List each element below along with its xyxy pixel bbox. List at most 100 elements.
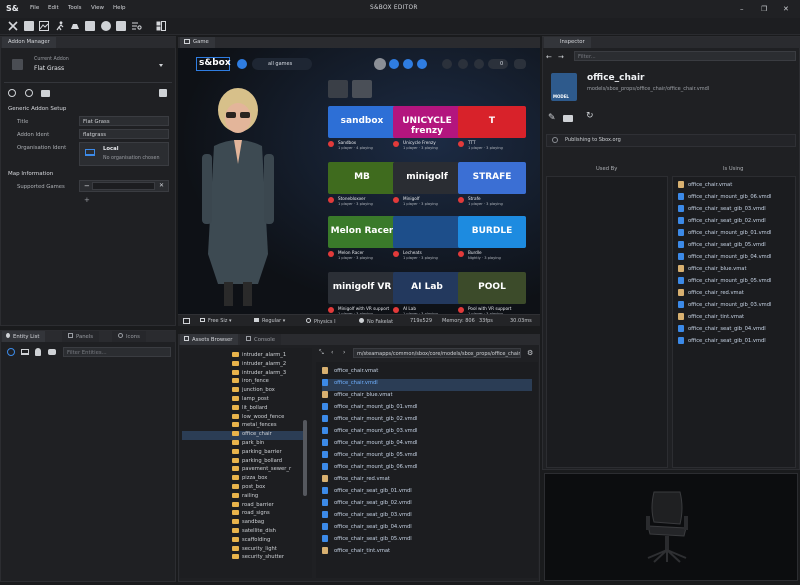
chevron-down-icon[interactable] — [159, 64, 163, 67]
globe-icon[interactable] — [25, 89, 33, 97]
save-icon[interactable] — [159, 89, 167, 97]
is-using-item[interactable]: office_chair_blue.vmat — [678, 265, 798, 277]
addon-ident-field[interactable]: flatgrass — [79, 129, 169, 139]
tree-folder[interactable]: junction_box — [232, 387, 304, 396]
is-using-item[interactable]: office_chair.vmat — [678, 181, 798, 193]
tab-entity-list[interactable]: Entity List — [2, 331, 46, 342]
terrain-icon[interactable] — [39, 21, 49, 31]
tools-icon[interactable] — [8, 21, 18, 31]
game-tile[interactable] — [393, 216, 461, 248]
tree-folder[interactable]: lamp_post — [232, 396, 304, 405]
list-search-icon[interactable] — [132, 21, 142, 31]
tree-folder[interactable]: intruder_alarm_1 — [232, 352, 304, 361]
add-icon[interactable]: + — [84, 196, 90, 204]
tree-folder[interactable]: park_bin — [232, 440, 304, 449]
edit-icon[interactable]: ✎ — [548, 113, 556, 123]
tree-folder[interactable]: road_signs — [232, 510, 304, 519]
home-button[interactable] — [237, 59, 247, 69]
game-tile[interactable]: sandbox — [328, 106, 396, 138]
is-using-item[interactable]: office_chair_mount_gib_01.vmdl — [678, 229, 798, 241]
game-tile[interactable]: minigolf VR — [328, 272, 396, 304]
file-item[interactable]: office_chair_seat_gib_03.vmdl — [322, 511, 532, 523]
tree-folder[interactable]: iron_fence — [232, 378, 304, 387]
open-folder-icon[interactable] — [563, 115, 573, 122]
users-badge[interactable] — [488, 59, 508, 69]
title-field[interactable]: Flat Grass — [79, 116, 169, 126]
is-using-item[interactable]: office_chair_seat_gib_04.vmdl — [678, 325, 798, 337]
player-avatar[interactable] — [374, 58, 386, 70]
tab-console[interactable]: Console — [240, 334, 282, 345]
file-item[interactable]: office_chair_mount_gib_04.vmdl — [322, 439, 532, 451]
is-using-item[interactable]: office_chair_tint.vmat — [678, 313, 798, 325]
tab-panels[interactable]: Panels — [62, 331, 100, 342]
filter-no-icon[interactable] — [7, 348, 15, 356]
game-tile[interactable]: STRAFE — [458, 162, 526, 194]
is-using-item[interactable]: office_chair_mount_gib_06.vmdl — [678, 193, 798, 205]
maximize-button[interactable]: ❐ — [761, 5, 767, 13]
asset-settings-icon[interactable]: ⚙ — [527, 349, 533, 357]
is-using-item[interactable]: office_chair_seat_gib_01.vmdl — [678, 337, 798, 349]
current-addon-value[interactable]: Flat Grass — [34, 65, 64, 72]
controller-icon[interactable] — [514, 59, 526, 69]
file-item[interactable]: office_chair_tint.vmat — [322, 547, 532, 559]
tab-addon-manager[interactable]: Addon Manager — [2, 37, 56, 48]
tree-folder[interactable]: lit_bollard — [232, 404, 304, 414]
party-icon[interactable] — [403, 59, 413, 69]
no-icon[interactable] — [8, 89, 16, 97]
file-item[interactable]: office_chair_blue.vmat — [322, 391, 532, 403]
menu-file[interactable]: File — [30, 5, 39, 11]
filter-user-icon[interactable] — [35, 348, 41, 356]
image-icon[interactable] — [24, 21, 34, 31]
file-item[interactable]: office_chair.vmat — [322, 367, 532, 379]
file-item[interactable]: office_chair_seat_gib_02.vmdl — [322, 499, 532, 511]
render-mode-dropdown[interactable]: Regular ▾ — [254, 318, 285, 324]
file-item[interactable]: office_chair_mount_gib_01.vmdl — [322, 403, 532, 415]
tree-folder[interactable]: security_light — [232, 545, 304, 555]
settings-icon[interactable] — [442, 59, 452, 69]
close-button[interactable]: ✕ — [783, 5, 789, 13]
mini-tile-2[interactable] — [352, 80, 372, 98]
hammer-icon[interactable] — [85, 21, 95, 31]
file-item[interactable]: office_chair.vmdl — [322, 379, 532, 391]
tree-folder[interactable]: pavement_sewer_r — [232, 466, 304, 475]
tree-folder[interactable]: scaffolding — [232, 536, 304, 546]
back-icon[interactable]: ← — [546, 53, 552, 61]
file-item[interactable]: office_chair_seat_gib_04.vmdl — [322, 523, 532, 535]
gear-icon[interactable] — [458, 59, 468, 69]
is-using-item[interactable]: office_chair_mount_gib_03.vmdl — [678, 301, 798, 313]
clapper-icon[interactable] — [116, 21, 126, 31]
file-item[interactable]: office_chair_mount_gib_03.vmdl — [322, 427, 532, 439]
tree-folder[interactable]: parking_bollard — [232, 457, 304, 467]
nav-back-icon[interactable]: ‹ — [331, 349, 333, 356]
remove-icon[interactable]: ✕ — [159, 182, 164, 189]
tree-folder[interactable]: railing — [232, 492, 304, 502]
expand-icon[interactable]: ⤡ — [319, 349, 324, 357]
tree-folder[interactable]: satellite_dish — [232, 528, 304, 537]
filter-mask-icon[interactable] — [48, 349, 56, 355]
file-item[interactable]: office_chair_seat_gib_01.vmdl — [322, 487, 532, 499]
tree-folder[interactable]: road_barrier — [232, 501, 304, 511]
is-using-item[interactable]: office_chair_red.vmat — [678, 289, 798, 301]
tab-game[interactable]: Game — [180, 37, 215, 48]
nav-forward-icon[interactable]: › — [343, 349, 345, 356]
tree-folder[interactable]: intruder_alarm_3 — [232, 369, 304, 379]
file-item[interactable]: office_chair_mount_gib_05.vmdl — [322, 451, 532, 463]
menu-tools[interactable]: Tools — [68, 5, 82, 11]
is-using-item[interactable]: office_chair_mount_gib_04.vmdl — [678, 253, 798, 265]
tree-folder[interactable]: parking_barrier — [232, 448, 304, 458]
tree-folder[interactable]: metal_fences — [232, 422, 304, 431]
is-using-item[interactable]: office_chair_mount_gib_05.vmdl — [678, 277, 798, 289]
asset-path-field[interactable]: m/steamapps/common/sbox/core/models/sbox… — [353, 348, 521, 358]
radio-icon[interactable] — [552, 137, 558, 143]
file-item[interactable]: office_chair_red.vmat — [322, 475, 532, 487]
size-dropdown[interactable]: Free Siz ▾ — [200, 318, 232, 324]
file-item[interactable]: office_chair_mount_gib_02.vmdl — [322, 415, 532, 427]
game-tile[interactable]: UNICYCLE frenzy — [393, 106, 461, 138]
fake-lag-dropdown[interactable]: No Fakelat — [359, 318, 393, 325]
game-tile[interactable]: POOL — [458, 272, 526, 304]
game-tile[interactable]: BURDLE — [458, 216, 526, 248]
tab-inspector[interactable]: Inspector — [544, 37, 591, 48]
game-tile[interactable]: minigolf — [393, 162, 461, 194]
tab-icons[interactable]: Icons — [112, 331, 146, 342]
inspector-filter[interactable]: Filter... — [574, 51, 796, 61]
